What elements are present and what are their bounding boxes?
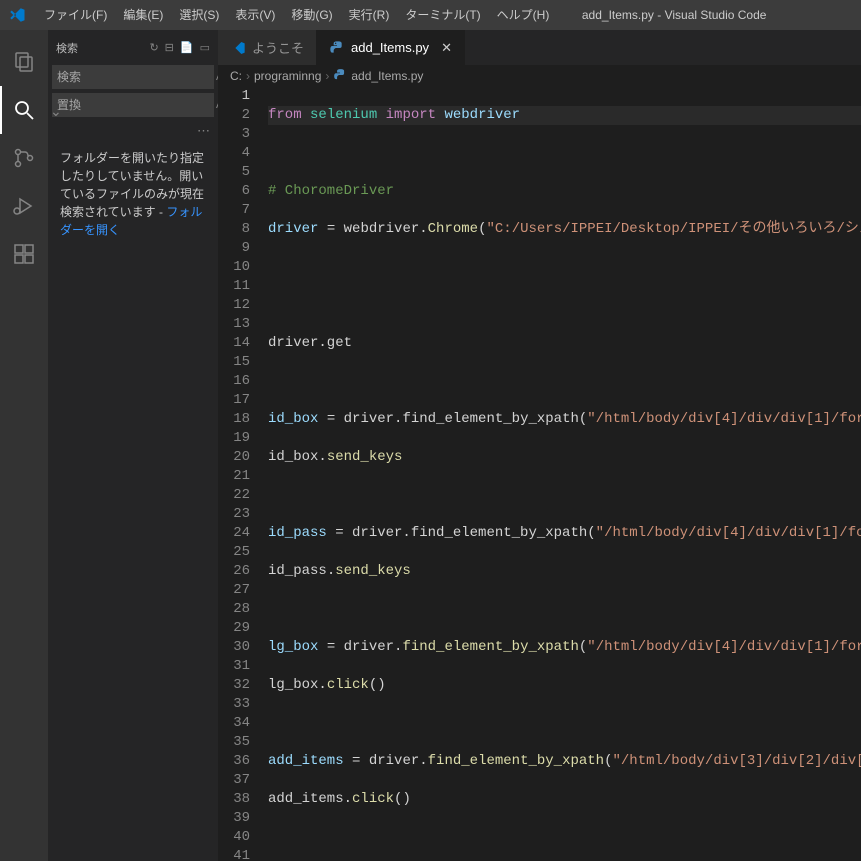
- chevron-right-icon: ›: [325, 69, 329, 83]
- activity-debug[interactable]: [0, 182, 48, 230]
- search-input[interactable]: [57, 70, 212, 84]
- tab-welcome[interactable]: ようこそ: [218, 30, 317, 65]
- breadcrumb-segment[interactable]: programinng: [254, 69, 321, 83]
- activity-source-control[interactable]: [0, 134, 48, 182]
- python-icon: [329, 40, 345, 56]
- replace-input[interactable]: [57, 98, 212, 112]
- refresh-icon[interactable]: ↻: [149, 41, 158, 54]
- chevron-right-icon: ›: [246, 69, 250, 83]
- more-options-icon[interactable]: ⋯: [48, 121, 218, 141]
- activity-explorer[interactable]: [0, 38, 48, 86]
- menu-view[interactable]: 表示(V): [227, 0, 283, 30]
- window-title: add_Items.py - Visual Studio Code: [557, 8, 861, 22]
- breadcrumb-segment[interactable]: add_Items.py: [351, 69, 423, 83]
- clear-icon[interactable]: ⊟: [165, 41, 174, 54]
- vscode-logo-icon: [8, 6, 26, 24]
- breadcrumb[interactable]: C: › programinng › add_Items.py: [218, 65, 861, 87]
- menu-terminal[interactable]: ターミナル(T): [397, 0, 488, 30]
- code-content[interactable]: from selenium import webdriver # Chorome…: [268, 87, 861, 861]
- search-toggle-icon[interactable]: ⌄: [50, 103, 62, 120]
- tab-bar: ようこそ add_Items.py ✕: [218, 30, 861, 65]
- python-icon: [333, 68, 347, 85]
- tab-label: ようこそ: [252, 38, 304, 57]
- line-numbers: 1234567891011121314151617181920212223242…: [218, 87, 268, 861]
- search-input-box: Aa Abl .*: [52, 65, 214, 89]
- search-message: フォルダーを開いたり指定したりしていません。開いているファイルのみが現在検索され…: [48, 141, 218, 247]
- activity-bar: [0, 30, 48, 861]
- collapse-icon[interactable]: ▭: [200, 41, 210, 54]
- breadcrumb-segment[interactable]: C:: [230, 69, 242, 83]
- menu-edit[interactable]: 編集(E): [115, 0, 171, 30]
- menu-file[interactable]: ファイル(F): [36, 0, 115, 30]
- replace-input-box: AB ⇄: [52, 93, 214, 117]
- vscode-icon: [230, 40, 246, 56]
- new-file-icon[interactable]: 📄: [180, 41, 194, 54]
- menu-help[interactable]: ヘルプ(H): [489, 0, 558, 30]
- search-sidebar: 検索 ↻ ⊟ 📄 ▭ ⌄ Aa Abl .* AB ⇄ ⋯ フォルダーを開いたり…: [48, 30, 218, 861]
- menu-run[interactable]: 実行(R): [341, 0, 398, 30]
- activity-extensions[interactable]: [0, 230, 48, 278]
- sidebar-title: 検索: [56, 40, 143, 56]
- activity-search[interactable]: [0, 86, 48, 134]
- tab-label: add_Items.py: [351, 40, 429, 55]
- tab-add-items[interactable]: add_Items.py ✕: [317, 30, 465, 65]
- menu-select[interactable]: 選択(S): [171, 0, 227, 30]
- menu-go[interactable]: 移動(G): [283, 0, 340, 30]
- close-icon[interactable]: ✕: [441, 40, 452, 56]
- code-editor[interactable]: 1234567891011121314151617181920212223242…: [218, 87, 861, 861]
- title-bar: ファイル(F) 編集(E) 選択(S) 表示(V) 移動(G) 実行(R) ター…: [0, 0, 861, 30]
